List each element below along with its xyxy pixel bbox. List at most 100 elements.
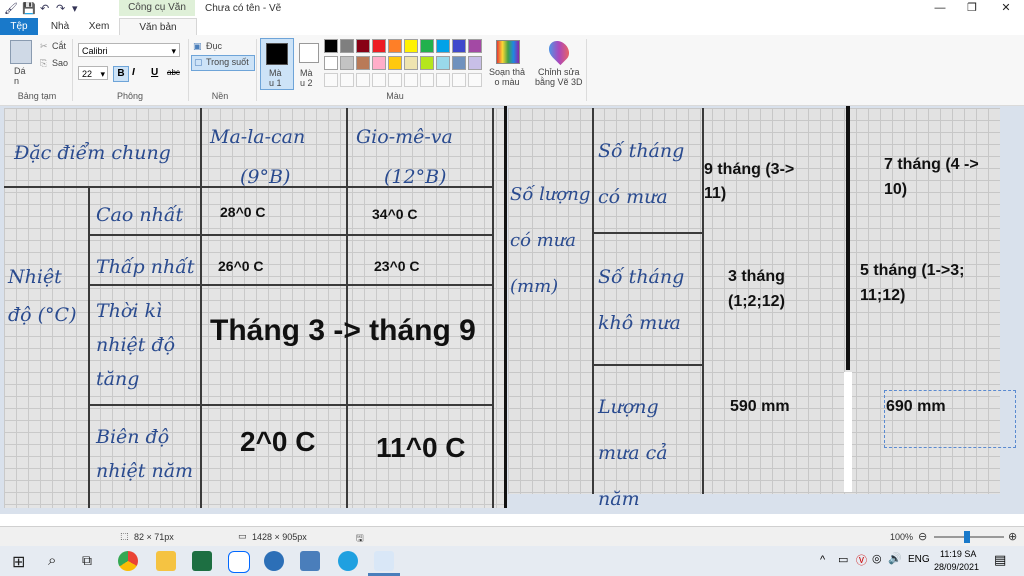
zalo-icon[interactable] [228,551,250,573]
maximize-button[interactable]: ❐ [956,0,988,18]
paint-3d-icon[interactable] [544,36,574,66]
excel-icon[interactable] [192,551,212,571]
image-size-icon: ▭ [238,531,247,541]
color2-button[interactable]: Mà u 2 [296,38,324,88]
save-icon[interactable]: 💾 [22,2,36,15]
clock-time[interactable]: 11:19 SA [940,549,976,559]
color-swatch[interactable] [420,39,434,53]
custom-color-slot[interactable] [404,73,418,87]
copy-icon[interactable]: ⎘ [40,58,47,69]
italic-button[interactable]: I [132,67,135,78]
strikethrough-button[interactable]: abc [167,68,180,77]
zoom-out-button[interactable]: ⊖ [918,530,927,543]
colors-group-label: Màu [386,91,404,101]
row-group-rainfall: Số lượng có mưa (mm) [510,184,591,297]
transparent-button[interactable]: ▢ Trong suốt [191,55,255,71]
text-tools-context-label: Công cụ Văn bản [119,0,195,29]
color-swatch[interactable] [388,56,402,70]
edit-with-paint-3d-button[interactable]: Chỉnh sửa bằng Vẽ 3D [535,67,583,87]
font-family-select[interactable]: Calibri ▾ [78,43,180,57]
color-swatch[interactable] [388,39,402,53]
clock-date[interactable]: 28/09/2021 [934,562,979,572]
canvas-area[interactable]: Đặc điểm chung Ma-la-can (9°B) Gio-mê-va… [0,106,1024,514]
color-swatch[interactable] [436,39,450,53]
antivirus-icon[interactable]: Ⓥ [856,552,867,568]
file-explorer-icon[interactable] [156,551,176,571]
opaque-button[interactable]: Đục [206,41,222,51]
copy-button[interactable]: Sao [52,58,68,68]
color-swatch[interactable] [452,56,466,70]
windows-start-icon[interactable]: ⊞ [12,552,25,572]
temperature-table-image: Đặc điểm chung Ma-la-can (9°B) Gio-mê-va… [4,108,506,508]
color-swatch[interactable] [404,39,418,53]
tab-text[interactable]: Văn bản [119,18,197,36]
underline-button[interactable]: U [151,67,158,78]
custom-color-slot[interactable] [324,73,338,87]
color-swatch[interactable] [372,56,386,70]
clipboard-icon[interactable] [10,40,32,64]
tab-home[interactable]: Nhà [40,18,80,35]
language-indicator[interactable]: ENG [908,554,930,565]
custom-color-slot[interactable] [468,73,482,87]
edit-colors-icon[interactable] [496,40,520,64]
edge-icon[interactable] [338,551,358,571]
color-swatch[interactable] [340,56,354,70]
close-button[interactable]: ✕ [990,0,1022,18]
battery-icon[interactable]: ▭ [838,553,848,566]
zoom-slider-handle[interactable] [964,531,970,543]
header-station-b: Gio-mê-va [356,126,453,148]
remote-app-icon[interactable] [300,551,320,571]
paste-button[interactable]: Dá n [14,66,26,86]
divider [586,39,587,101]
task-view-icon[interactable]: ⧉ [82,552,92,569]
edit-colors-button[interactable]: Soạn thả o màu [489,67,525,87]
custom-color-slot[interactable] [388,73,402,87]
high-temp-b: 34^0 C [372,206,418,222]
color-swatch[interactable] [356,39,370,53]
zoom-level: 100% [890,532,914,542]
row-label-rise-period: Thời kì nhiệt độ tăng [96,300,176,390]
cut-button[interactable]: Cắt [52,41,66,51]
custom-color-slot[interactable] [340,73,354,87]
color1-button[interactable]: Mà u 1 [260,38,294,90]
dry-months-b: 5 tháng (1->3; 11;12) [860,262,965,304]
minimize-button[interactable]: — [924,0,956,18]
chrome-icon[interactable] [118,551,138,571]
app-icon[interactable] [264,551,284,571]
undo-icon[interactable]: ↶ [40,2,49,15]
redo-icon[interactable]: ↷ [56,2,65,15]
font-size-select[interactable]: 22 ▾ [78,66,108,80]
show-hidden-icons[interactable]: ^ [820,554,825,566]
image-divider-line [846,106,850,370]
zoom-in-button[interactable]: ⊕ [1008,530,1017,543]
custom-color-slot[interactable] [452,73,466,87]
customize-quick-access-icon[interactable]: ▾ [72,2,78,15]
custom-color-slot[interactable] [420,73,434,87]
color-swatch[interactable] [340,39,354,53]
custom-color-slot[interactable] [356,73,370,87]
color-swatch[interactable] [372,39,386,53]
custom-color-slot[interactable] [372,73,386,87]
temperature-rise-period: Tháng 3 -> tháng 9 [210,314,476,347]
tab-file[interactable]: Tệp [0,18,38,35]
clipboard-group-label: Bảng tạm [17,91,57,101]
color-swatch[interactable] [356,56,370,70]
scissors-icon[interactable]: ✂ [40,41,48,52]
network-icon[interactable]: ◎ [872,552,882,565]
volume-icon[interactable]: 🔊 [888,552,902,565]
search-icon[interactable]: ⌕ [48,552,56,569]
color-swatch[interactable] [324,56,338,70]
notifications-icon[interactable]: ▤ [994,552,1006,568]
color-swatch[interactable] [420,56,434,70]
tab-view[interactable]: Xem [80,18,118,35]
bold-button[interactable]: B [113,66,129,82]
color-swatch[interactable] [436,56,450,70]
color-swatch[interactable] [324,39,338,53]
color-swatch[interactable] [468,56,482,70]
paint-icon[interactable] [374,551,394,571]
title-bar: 🖌 💾 ↶ ↷ ▾ Công cụ Văn bản Chưa có tên - … [0,0,1024,29]
color-swatch[interactable] [468,39,482,53]
color-swatch[interactable] [452,39,466,53]
custom-color-slot[interactable] [436,73,450,87]
color-swatch[interactable] [404,56,418,70]
